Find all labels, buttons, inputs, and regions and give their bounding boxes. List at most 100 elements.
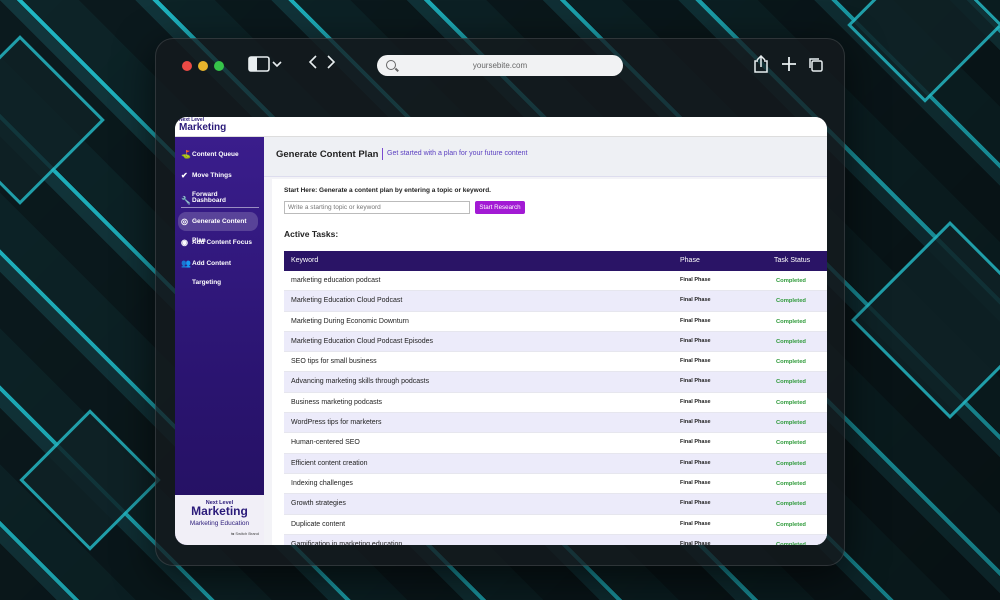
table-row[interactable]: Efficient content creation Final Phase Com… xyxy=(284,453,827,474)
phase-cell: Final Phase xyxy=(680,378,711,385)
background-shape xyxy=(847,0,1000,103)
wrench-icon: 🔧 xyxy=(181,196,191,205)
sidebar-item-content-queue[interactable]: ⛳ Content Queue xyxy=(178,145,258,164)
table-row[interactable]: Human-centered SEO Final Phase Completed xyxy=(284,433,827,454)
back-arrow-icon[interactable] xyxy=(308,55,318,74)
keyword-cell: Growth strategies xyxy=(291,500,346,508)
status-cell: Completed xyxy=(776,541,806,545)
keyword-cell: Human-centered SEO xyxy=(291,439,360,447)
status-cell: Completed xyxy=(776,501,806,508)
check-arrow-icon: ✔ xyxy=(181,171,188,180)
status-cell: Completed xyxy=(776,420,806,427)
table-row[interactable]: SEO tips for small business Final Phase Co… xyxy=(284,352,827,373)
target-icon: ◎ xyxy=(181,217,188,226)
main-content: Generate Content Plan Get started with a… xyxy=(264,137,827,545)
search-icon xyxy=(386,60,396,70)
status-cell: Completed xyxy=(776,399,806,406)
focus-icon: ◉ xyxy=(181,238,188,247)
table-row[interactable]: WordPress tips for marketers Final Phase C… xyxy=(284,413,827,434)
page-subtitle: Get started with a plan for your future … xyxy=(387,150,528,157)
status-cell: Completed xyxy=(776,338,806,345)
topic-keyword-input[interactable] xyxy=(284,201,470,214)
table-row[interactable]: Duplicate content Final Phase Completed xyxy=(284,515,827,535)
table-row[interactable]: Marketing Education Cloud Podcast Episod… xyxy=(284,331,827,353)
table-row[interactable]: Business marketing podcasts Final Phase Co… xyxy=(284,393,827,414)
new-tab-icon[interactable] xyxy=(781,56,797,77)
phase-cell: Final Phase xyxy=(680,479,711,486)
maximize-window-button[interactable] xyxy=(214,61,224,71)
status-cell: Completed xyxy=(776,460,806,467)
sidebar-item-add-content-focus[interactable]: ◉ Add Content Focus xyxy=(178,233,258,252)
status-cell: Completed xyxy=(776,318,806,325)
phase-cell: Final Phase xyxy=(680,277,711,283)
table-row[interactable]: Indexing challenges Final Phase Completed xyxy=(284,474,827,495)
close-window-button[interactable] xyxy=(182,61,192,71)
phase-cell: Final Phase xyxy=(680,398,711,405)
footer-logo-wordmark: Marketing xyxy=(191,504,248,518)
users-icon: 👥 xyxy=(181,259,191,268)
column-header-task-status[interactable]: Task Status xyxy=(774,251,810,271)
sidebar-item-label: Add Content Focus xyxy=(192,239,252,246)
phase-cell: Final Phase xyxy=(680,500,711,507)
sidebar-item-generate-content-plan[interactable]: ◎ Generate Content Plan xyxy=(178,212,258,244)
header-divider xyxy=(382,148,383,160)
status-cell: Completed xyxy=(776,440,806,447)
switch-brand-link[interactable]: ⇆ Switch Brand xyxy=(175,531,264,536)
keyword-cell: Marketing Education Cloud Podcast xyxy=(291,297,403,305)
keyword-cell: Duplicate content xyxy=(291,520,346,528)
forward-arrow-icon[interactable] xyxy=(326,55,336,74)
page-header: Generate Content Plan Get started with a… xyxy=(264,137,827,177)
brand-logo[interactable]: Next Level Marketing xyxy=(179,118,226,133)
browser-window: yoursebite.com Next Level Marketing ⛳ Co… xyxy=(155,38,845,566)
background-shape xyxy=(851,221,1000,419)
keyword-cell: Efficient content creation xyxy=(291,459,368,467)
queue-icon: ⛳ xyxy=(181,150,191,159)
column-header-keyword[interactable]: Keyword xyxy=(291,251,318,271)
phase-cell: Final Phase xyxy=(680,439,711,446)
browser-toolbar: yoursebite.com xyxy=(156,39,844,95)
keyword-cell: Advancing marketing skills through podca… xyxy=(291,378,430,386)
app-topbar: Next Level Marketing xyxy=(175,117,827,137)
table-row[interactable]: Growth strategies Final Phase Completed xyxy=(284,494,827,515)
sidebar-item-move-things-forward[interactable]: ✔ Move Things Forward xyxy=(178,166,258,198)
keyword-cell: Marketing During Economic Downturn xyxy=(291,317,409,325)
sidebar-item-label: Content Queue xyxy=(192,151,239,158)
sidebar-item-add-content-targeting[interactable]: 👥 Add Content Targeting xyxy=(178,254,258,286)
status-cell: Completed xyxy=(776,359,806,366)
background-shape xyxy=(0,35,105,205)
workspace-name: Marketing Education xyxy=(189,520,250,527)
table-row[interactable]: Marketing Education Cloud Podcast Final P… xyxy=(284,291,827,312)
content-plan-panel: Start Here: Generate a content plan by e… xyxy=(272,179,827,545)
table-row[interactable]: Marketing During Economic Downturn Final … xyxy=(284,312,827,332)
phase-cell: Final Phase xyxy=(680,520,711,527)
minimize-window-button[interactable] xyxy=(198,61,208,71)
start-research-button[interactable]: Start Research xyxy=(475,201,525,214)
address-bar[interactable]: yoursebite.com xyxy=(377,55,623,76)
web-page: Next Level Marketing ⛳ Content Queue ✔ M… xyxy=(175,117,827,545)
sidebar-item-label: Dashboard xyxy=(192,197,226,204)
table-row[interactable]: marketing education podcast Final Phase Co… xyxy=(284,271,827,292)
table-body: marketing education podcast Final Phase Co… xyxy=(284,271,827,545)
start-instruction: Start Here: Generate a content plan by e… xyxy=(284,187,491,194)
workspace-card[interactable]: Next Level Marketing Marketing Education… xyxy=(175,495,264,545)
sidebar: ⛳ Content Queue ✔ Move Things Forward 🔧 … xyxy=(175,137,264,545)
keyword-cell: Marketing Education Cloud Podcast Episod… xyxy=(291,337,434,345)
share-icon[interactable] xyxy=(754,54,768,78)
phase-cell: Final Phase xyxy=(680,337,711,344)
sidebar-item-dashboard[interactable]: 🔧 Dashboard xyxy=(178,191,258,210)
sidebar-toggle-icon[interactable] xyxy=(248,56,282,77)
keyword-cell: Gamification in marketing education xyxy=(291,540,403,545)
table-row[interactable]: Advancing marketing skills through podca… xyxy=(284,372,827,393)
keyword-cell: SEO tips for small business xyxy=(291,358,377,366)
keyword-cell: Business marketing podcasts xyxy=(291,398,383,406)
keyword-cell: marketing education podcast xyxy=(291,277,381,284)
phase-cell: Final Phase xyxy=(680,419,711,426)
address-bar-url: yoursebite.com xyxy=(472,61,528,70)
background-shape xyxy=(19,409,161,551)
tabs-overview-icon[interactable] xyxy=(808,57,824,78)
logo-wordmark: Marketing xyxy=(179,122,227,133)
keyword-cell: WordPress tips for marketers xyxy=(291,419,382,427)
keyword-cell: Indexing challenges xyxy=(291,479,353,487)
column-header-phase[interactable]: Phase xyxy=(680,251,700,271)
table-row[interactable]: Gamification in marketing education Final… xyxy=(284,534,827,545)
